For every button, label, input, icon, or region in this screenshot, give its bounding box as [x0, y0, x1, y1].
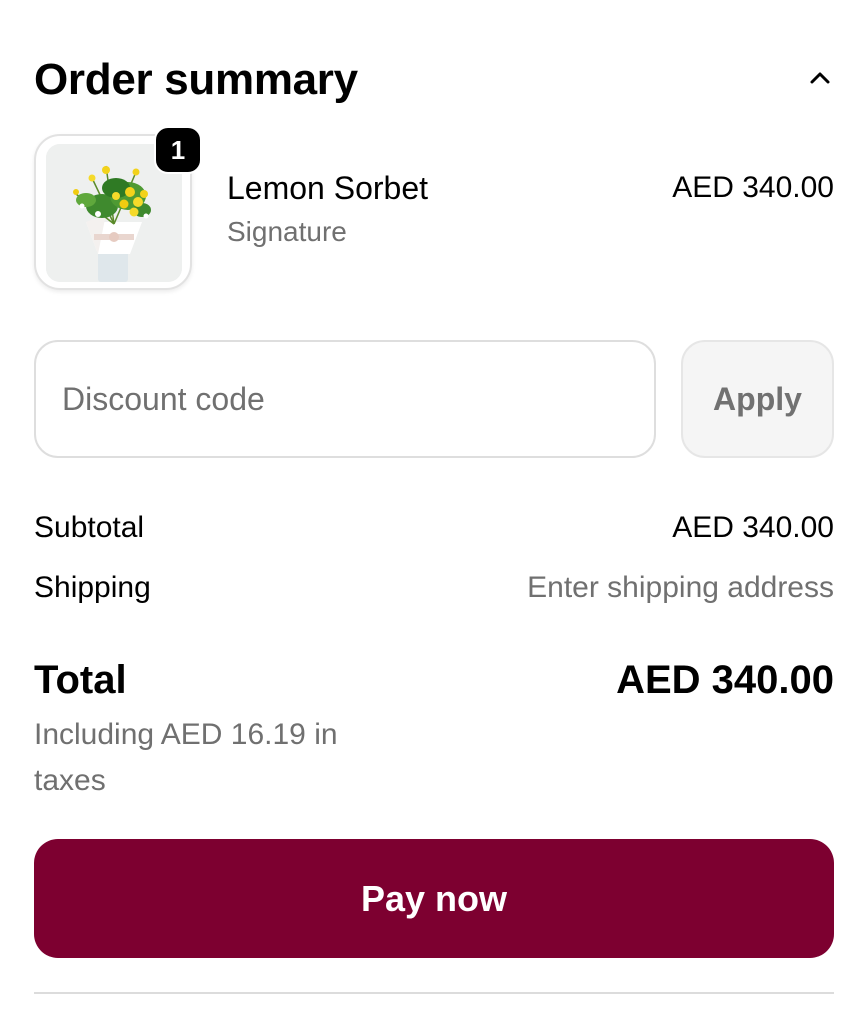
subtotal-value: AED 340.00	[672, 511, 834, 544]
total-row: Total AED 340.00	[34, 654, 834, 706]
chevron-up-icon[interactable]	[806, 64, 834, 92]
tax-note: Including AED 16.19 in taxes	[34, 718, 338, 797]
shipping-value: Enter shipping address	[527, 571, 834, 604]
order-summary-title: Order summary	[34, 55, 358, 104]
quantity-badge: 1	[154, 126, 202, 174]
product-price: AED 340.00	[672, 171, 834, 204]
order-summary-header[interactable]: Order summary	[34, 52, 834, 112]
product-variant: Signature	[227, 216, 347, 247]
total-label: Total	[34, 658, 127, 702]
product-name: Lemon Sorbet	[227, 170, 429, 206]
total-value: AED 340.00	[616, 658, 834, 702]
line-item: 1 Lemon Sorbet Signature AED 340.00	[34, 126, 834, 294]
pay-now-button[interactable]: Pay now	[34, 839, 834, 958]
product-thumbnail: 1	[34, 126, 202, 290]
shipping-label: Shipping	[34, 571, 151, 604]
shipping-row: Shipping Enter shipping address	[34, 568, 834, 608]
subtotal-label: Subtotal	[34, 511, 145, 544]
discount-code-input[interactable]	[34, 340, 656, 458]
divider	[34, 992, 834, 994]
apply-discount-button[interactable]: Apply	[681, 340, 834, 458]
subtotal-row: Subtotal AED 340.00	[34, 508, 834, 548]
